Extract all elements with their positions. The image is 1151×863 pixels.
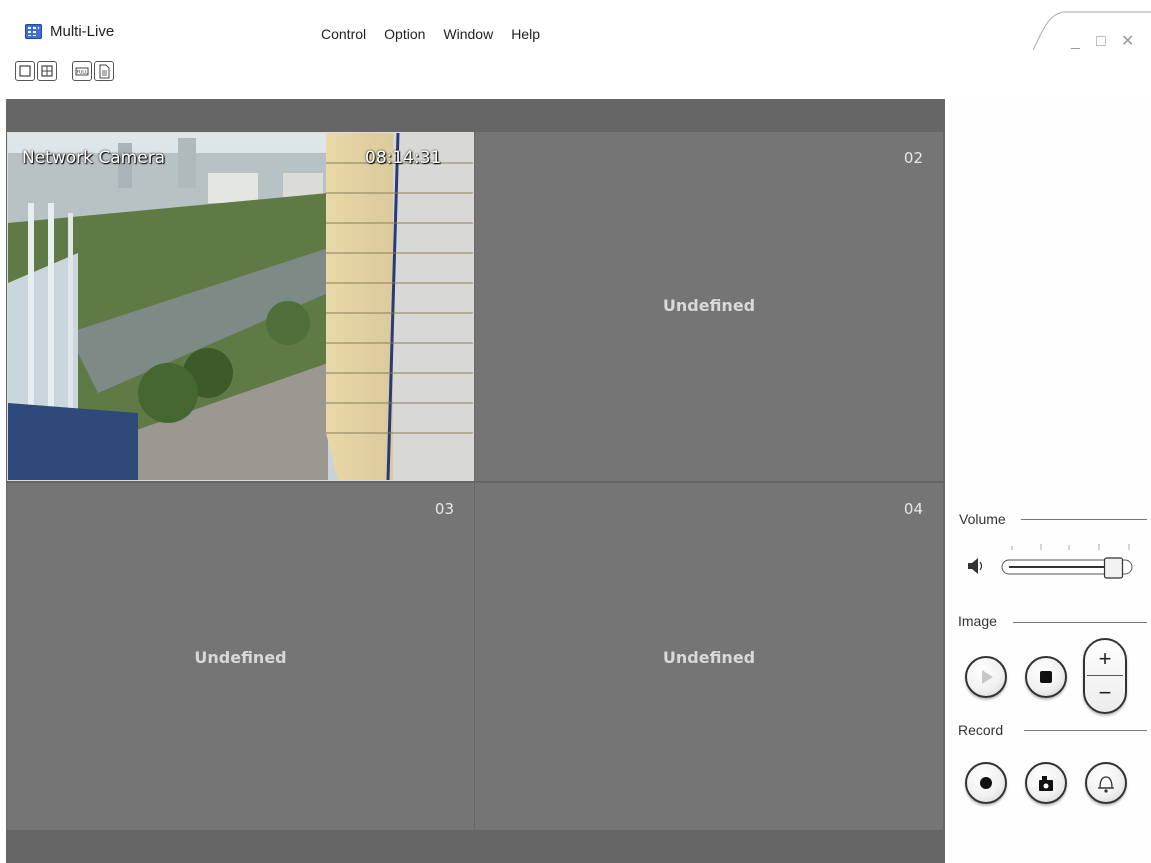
- zoom-divider: [1087, 675, 1123, 676]
- quad-view-icon: [41, 65, 53, 77]
- record-button[interactable]: [965, 762, 1007, 804]
- video-area: Network Camera 08:14:31 02 Undefined 03 …: [6, 99, 945, 863]
- maximize-button[interactable]: □: [1096, 34, 1106, 50]
- app-window: Multi-Live Control Option Window Help _ …: [0, 0, 1151, 863]
- minimize-button[interactable]: _: [1071, 34, 1080, 50]
- single-view-icon: [19, 65, 31, 77]
- toolbar: FULL: [15, 61, 116, 81]
- camera-name-overlay: Network Camera: [22, 148, 166, 168]
- volume-slider[interactable]: [965, 540, 1147, 582]
- image-label: Image: [958, 613, 997, 629]
- cell-number: 02: [903, 149, 923, 167]
- volume-divider: [1021, 519, 1147, 520]
- record-divider: [1024, 730, 1147, 731]
- camera-feed-image: [8, 133, 473, 480]
- menu-control[interactable]: Control: [321, 26, 366, 42]
- window-controls: _ □ ✕: [1033, 10, 1151, 62]
- title-bar: Multi-Live Control Option Window Help _ …: [0, 0, 1151, 98]
- cell-number: 04: [903, 500, 923, 518]
- play-icon: [982, 670, 993, 684]
- menu-option[interactable]: Option: [384, 26, 425, 42]
- video-bottom-bar: [6, 830, 945, 863]
- video-cell-02[interactable]: 02 Undefined: [475, 132, 943, 481]
- cell-status-label: Undefined: [662, 648, 756, 667]
- camera-icon: [1039, 776, 1053, 791]
- video-cell-03[interactable]: 03 Undefined: [7, 483, 474, 830]
- menu-window[interactable]: Window: [443, 26, 493, 42]
- bell-icon: [1098, 776, 1114, 793]
- video-top-bar: [6, 99, 945, 132]
- volume-thumb[interactable]: [1103, 557, 1124, 579]
- app-logo-icon: [25, 24, 42, 39]
- document-icon: [99, 64, 110, 79]
- speaker-icon: [968, 558, 983, 574]
- close-button[interactable]: ✕: [1121, 34, 1134, 50]
- image-divider: [1013, 622, 1147, 623]
- app-title: Multi-Live: [50, 23, 115, 40]
- record-label: Record: [958, 722, 1004, 738]
- document-button[interactable]: [94, 61, 114, 81]
- control-panel: [945, 99, 1151, 863]
- menu-help[interactable]: Help: [511, 26, 540, 42]
- cell-status-label: Undefined: [194, 648, 287, 667]
- zoom-in-button[interactable]: +: [1085, 648, 1125, 670]
- camera-time-overlay: 08:14:31: [365, 148, 442, 168]
- stop-button[interactable]: [1025, 656, 1067, 698]
- stop-icon: [1040, 671, 1052, 683]
- snapshot-button[interactable]: [1025, 762, 1067, 804]
- volume-label: Volume: [959, 511, 1006, 527]
- zoom-control: + −: [1083, 638, 1127, 714]
- zoom-out-button[interactable]: −: [1085, 682, 1125, 704]
- full-screen-button[interactable]: FULL: [72, 61, 92, 81]
- full-screen-icon: FULL: [75, 67, 89, 76]
- play-button[interactable]: [965, 656, 1007, 698]
- video-cell-04[interactable]: 04 Undefined: [475, 483, 943, 830]
- video-cell-01[interactable]: Network Camera 08:14:31: [7, 132, 474, 481]
- svg-text:FULL: FULL: [77, 70, 88, 76]
- menu-bar: Control Option Window Help: [321, 26, 558, 42]
- alarm-button[interactable]: [1085, 762, 1127, 804]
- single-view-button[interactable]: [15, 61, 35, 81]
- record-dot-icon: [980, 777, 992, 789]
- quad-view-button[interactable]: [37, 61, 57, 81]
- cell-status-label: Undefined: [662, 296, 756, 315]
- cell-number: 03: [434, 500, 454, 518]
